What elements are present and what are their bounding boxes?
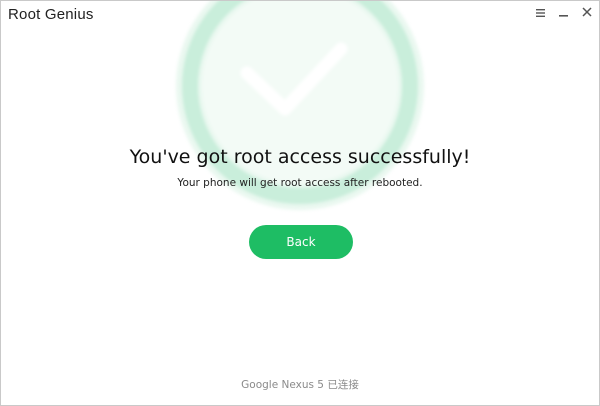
app-title: Root Genius: [8, 6, 94, 23]
close-icon[interactable]: [577, 4, 597, 22]
device-status: Google Nexus 5 已连接: [241, 379, 359, 391]
success-subline: Your phone will get root access after re…: [177, 177, 423, 189]
minimize-icon[interactable]: [554, 4, 574, 22]
back-button[interactable]: Back: [249, 225, 353, 259]
success-headline: You've got root access successfully!: [129, 146, 471, 168]
title-bar: Root Genius: [1, 1, 599, 29]
hamburger-menu-icon[interactable]: [530, 4, 550, 22]
app-window: Root Genius You've got root access succe…: [0, 0, 600, 406]
